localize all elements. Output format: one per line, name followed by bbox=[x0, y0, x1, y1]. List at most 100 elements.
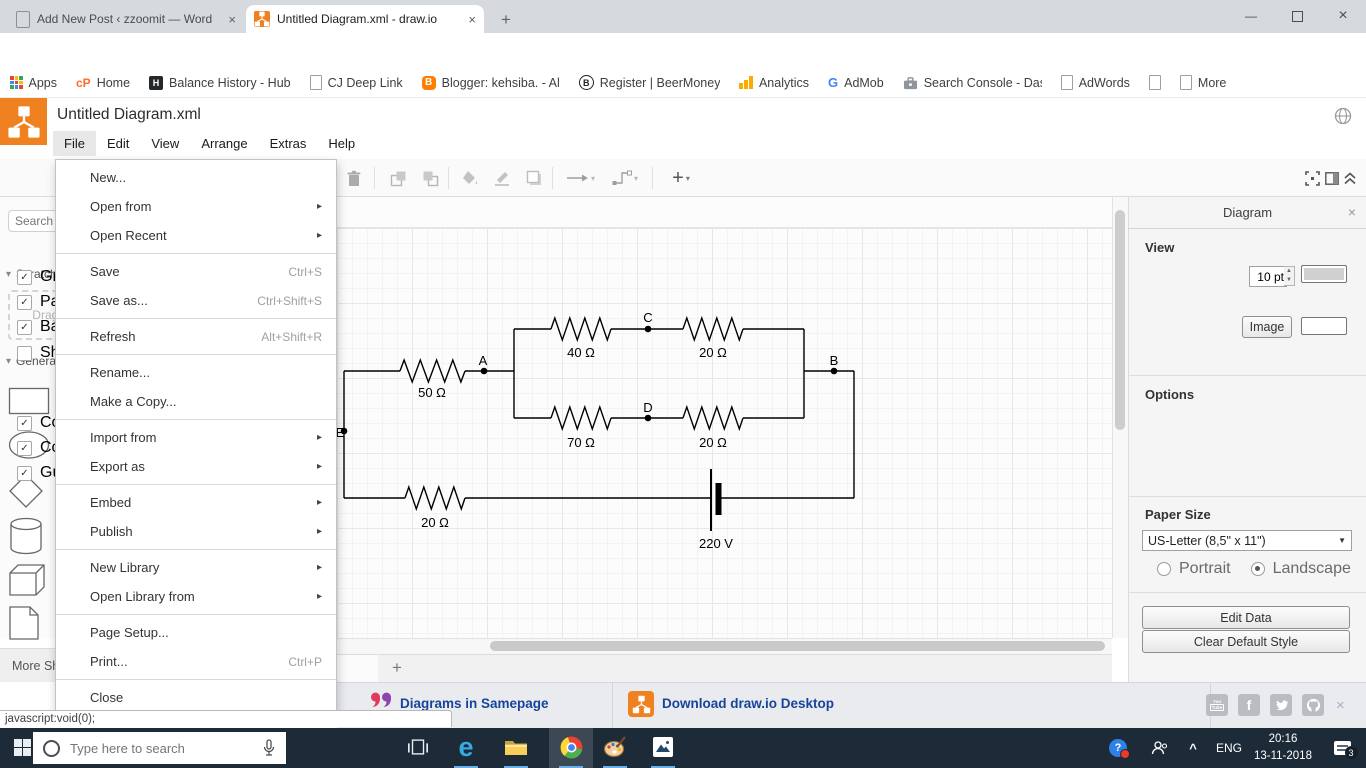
github-icon[interactable] bbox=[1302, 694, 1324, 716]
photos-taskbar-icon[interactable] bbox=[641, 728, 685, 766]
connection-style-button[interactable]: ▾ bbox=[562, 167, 600, 189]
background-color-swatch[interactable] bbox=[1301, 317, 1347, 335]
file-menu-import-from[interactable]: Import from ▸ bbox=[56, 423, 336, 452]
file-menu-new-library[interactable]: New Library ▸ bbox=[56, 553, 336, 582]
people-tray-icon[interactable] bbox=[1144, 728, 1174, 768]
file-menu-make-a-copy[interactable]: Make a Copy... bbox=[56, 387, 336, 416]
task-view-button[interactable] bbox=[396, 728, 440, 766]
download-desktop-link[interactable]: Download draw.io Desktop bbox=[662, 696, 834, 711]
youtube-icon[interactable]: You Tube bbox=[1206, 694, 1228, 716]
menu-edit[interactable]: Edit bbox=[96, 131, 140, 156]
edge-taskbar-icon[interactable]: e bbox=[444, 728, 488, 766]
bookmark-untitled[interactable] bbox=[1148, 75, 1161, 90]
add-page-button[interactable]: + bbox=[385, 656, 409, 680]
background-checkbox[interactable]: ✓ bbox=[17, 319, 32, 335]
bookmark-adwords[interactable]: AdWords bbox=[1060, 75, 1130, 90]
file-explorer-taskbar-icon[interactable] bbox=[494, 728, 538, 766]
language-icon[interactable] bbox=[1334, 107, 1352, 130]
bookmark-apps[interactable]: Apps bbox=[10, 76, 57, 90]
file-menu-save-as[interactable]: Save as... Ctrl+Shift+S bbox=[56, 286, 336, 315]
samepage-link[interactable]: Diagrams in Samepage bbox=[400, 696, 549, 711]
bookmark-beermoney[interactable]: B Register | BeerMoney bbox=[578, 75, 720, 90]
file-menu-print[interactable]: Print... Ctrl+P bbox=[56, 647, 336, 676]
file-menu-embed[interactable]: Embed ▸ bbox=[56, 488, 336, 517]
get-help-tray-icon[interactable]: ? bbox=[1100, 728, 1136, 768]
bookmark-more[interactable]: More bbox=[1179, 75, 1226, 90]
file-menu-refresh[interactable]: Refresh Alt+Shift+R bbox=[56, 322, 336, 351]
window-maximize-button[interactable] bbox=[1274, 0, 1320, 32]
bookmark-balance-history[interactable]: H Balance History - Hub bbox=[149, 75, 291, 90]
paper-size-select[interactable]: US-Letter (8,5" x 11") ▼ bbox=[1142, 530, 1352, 551]
format-panel-tab-diagram[interactable]: Diagram × bbox=[1129, 197, 1366, 229]
new-tab-button[interactable]: + bbox=[494, 8, 518, 32]
language-indicator[interactable]: ENG bbox=[1210, 728, 1248, 768]
diagram-canvas[interactable]: A B C D E 50 Ω 40 Ω 20 Ω 70 Ω 20 Ω 20 Ω … bbox=[337, 197, 1112, 638]
twitter-icon[interactable] bbox=[1270, 694, 1292, 716]
edit-data-button[interactable]: Edit Data bbox=[1142, 606, 1350, 629]
grid-color-swatch[interactable] bbox=[1301, 265, 1347, 283]
delete-button[interactable] bbox=[342, 167, 366, 189]
facebook-icon[interactable]: f bbox=[1238, 694, 1260, 716]
landscape-radio[interactable] bbox=[1250, 562, 1265, 576]
bookmark-cj-deep-link[interactable]: CJ Deep Link bbox=[309, 75, 403, 90]
file-menu-new[interactable]: New... bbox=[56, 163, 336, 192]
bookmark-search-console[interactable]: Search Console - Das bbox=[903, 76, 1042, 90]
banner-close-icon[interactable]: × bbox=[1336, 697, 1345, 714]
grid-size-stepper[interactable]: ▲ ▼ bbox=[1284, 266, 1295, 286]
taskbar-search-input[interactable] bbox=[68, 739, 232, 757]
action-center-icon[interactable]: 3 bbox=[1322, 728, 1362, 768]
tab-close-icon[interactable]: × bbox=[468, 12, 476, 27]
grid-checkbox[interactable]: ✓ bbox=[17, 269, 32, 285]
file-menu-page-setup[interactable]: Page Setup... bbox=[56, 618, 336, 647]
taskbar-search-box[interactable] bbox=[33, 732, 286, 764]
bookmark-analytics[interactable]: Analytics bbox=[739, 76, 809, 90]
guides-checkbox[interactable]: ✓ bbox=[17, 465, 32, 481]
microphone-icon[interactable] bbox=[262, 739, 276, 757]
background-image-button[interactable]: Image bbox=[1242, 316, 1292, 338]
file-menu-close[interactable]: Close bbox=[56, 683, 336, 712]
insert-button[interactable]: + ▾ bbox=[662, 167, 700, 189]
taskbar-clock[interactable]: 20:16 13-11-2018 bbox=[1252, 731, 1314, 765]
file-menu-publish[interactable]: Publish ▸ bbox=[56, 517, 336, 546]
clear-default-style-button[interactable]: Clear Default Style bbox=[1142, 630, 1350, 653]
bookmark-cpanel-home[interactable]: cP Home bbox=[76, 76, 130, 90]
menu-view[interactable]: View bbox=[140, 131, 190, 156]
shape-cylinder[interactable] bbox=[8, 516, 44, 561]
menu-help[interactable]: Help bbox=[317, 131, 366, 156]
shape-cube[interactable] bbox=[8, 563, 46, 602]
file-menu-save[interactable]: Save Ctrl+S bbox=[56, 257, 336, 286]
fill-color-button[interactable] bbox=[458, 167, 482, 189]
connection-arrows-checkbox[interactable]: ✓ bbox=[17, 415, 32, 431]
paint-taskbar-icon[interactable] bbox=[593, 728, 637, 766]
waypoint-style-button[interactable]: ▾ bbox=[606, 167, 644, 189]
tray-overflow-chevron[interactable]: ^ bbox=[1180, 728, 1206, 768]
window-close-button[interactable]: × bbox=[1320, 0, 1366, 32]
window-minimize-button[interactable]: — bbox=[1228, 0, 1274, 32]
to-front-button[interactable] bbox=[386, 167, 410, 189]
shadow-button[interactable] bbox=[522, 167, 546, 189]
menu-extras[interactable]: Extras bbox=[259, 131, 318, 156]
file-menu-rename[interactable]: Rename... bbox=[56, 358, 336, 387]
file-menu-open-recent[interactable]: Open Recent ▸ bbox=[56, 221, 336, 250]
horizontal-scrollbar-thumb[interactable] bbox=[490, 641, 1105, 651]
browser-tab-wordpress[interactable]: Add New Post ‹ zzoomit — Word × bbox=[8, 5, 244, 33]
connection-points-checkbox[interactable]: ✓ bbox=[17, 440, 32, 456]
portrait-radio[interactable] bbox=[1157, 562, 1171, 576]
menu-arrange[interactable]: Arrange bbox=[190, 131, 258, 156]
browser-tab-drawio[interactable]: Untitled Diagram.xml - draw.io × bbox=[246, 5, 484, 33]
shape-note[interactable] bbox=[8, 605, 40, 646]
circuit-diagram[interactable]: A B C D E 50 Ω 40 Ω 20 Ω 70 Ω 20 Ω 20 Ω … bbox=[337, 197, 1112, 638]
shadow-checkbox[interactable] bbox=[17, 345, 32, 361]
file-menu-open-from[interactable]: Open from ▸ bbox=[56, 192, 336, 221]
tab-close-icon[interactable]: × bbox=[228, 12, 236, 27]
chrome-taskbar-icon[interactable] bbox=[549, 728, 593, 766]
collapse-toolbar-icon[interactable] bbox=[1338, 167, 1362, 189]
bookmark-admob[interactable]: G AdMob bbox=[828, 75, 884, 90]
menu-file[interactable]: File bbox=[53, 131, 96, 156]
grid-size-input[interactable] bbox=[1249, 266, 1287, 287]
line-color-button[interactable] bbox=[490, 167, 514, 189]
bookmark-blogger[interactable]: B Blogger: kehsiba. - Al bbox=[421, 75, 560, 90]
file-menu-open-library-from[interactable]: Open Library from ▸ bbox=[56, 582, 336, 611]
vertical-scrollbar-thumb[interactable] bbox=[1115, 210, 1125, 430]
to-back-button[interactable] bbox=[418, 167, 442, 189]
